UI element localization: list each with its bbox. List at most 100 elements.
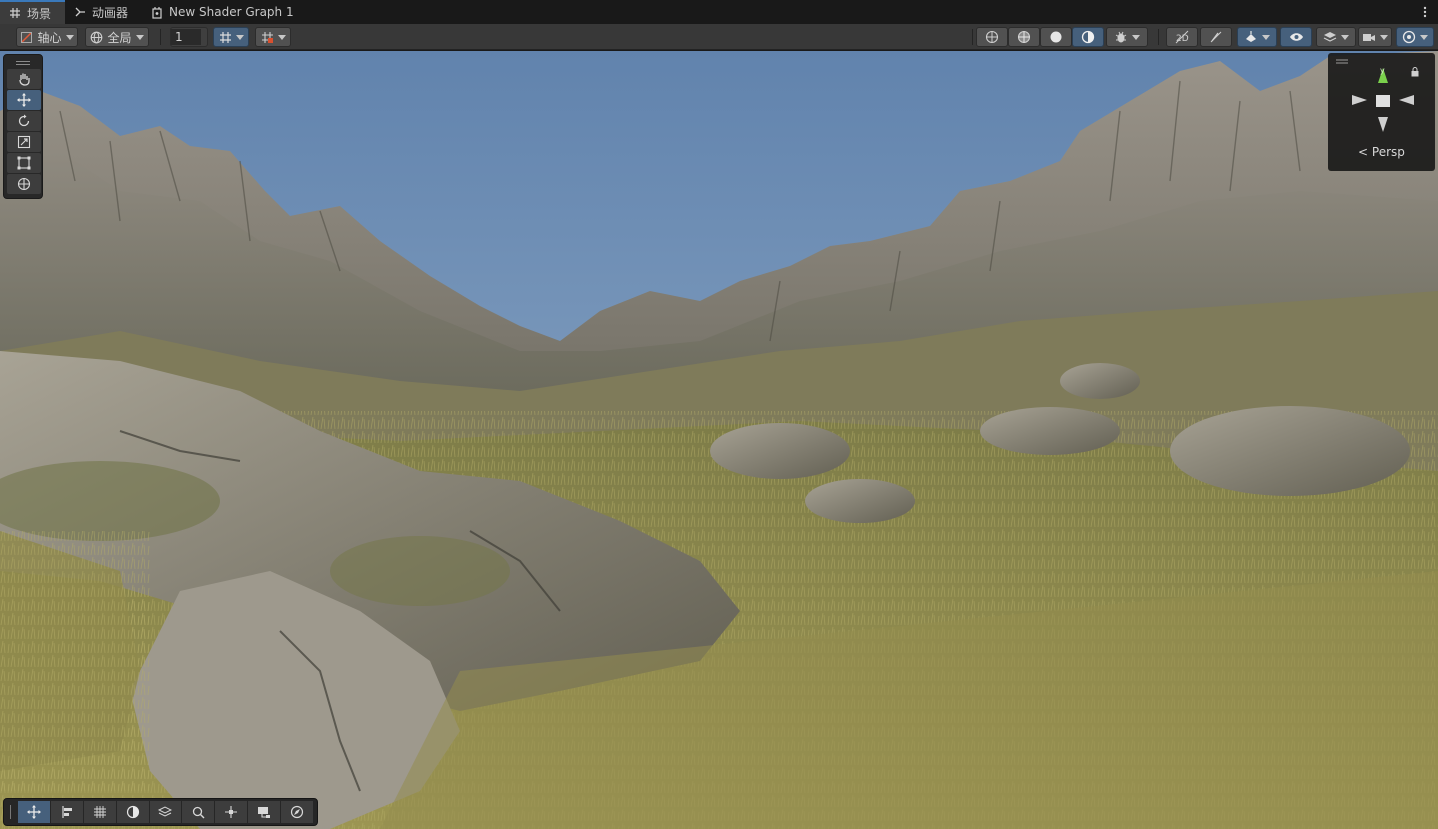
chevron-down-icon: [235, 34, 244, 40]
transform-icon: [17, 177, 31, 191]
shaded-wireframe-button[interactable]: [1008, 27, 1040, 47]
toolbar-divider: [1158, 29, 1159, 45]
debug-draw-mode-dropdown[interactable]: [1106, 27, 1148, 47]
chevron-down-icon: [1380, 34, 1388, 40]
overlay-grid-button[interactable]: [83, 801, 116, 823]
overlay-align-button[interactable]: [50, 801, 83, 823]
chevron-down-icon: [1341, 34, 1349, 40]
camera-preview-icon: [258, 806, 271, 818]
svg-text:2D: 2D: [1176, 34, 1189, 44]
grid-snap-icon: [219, 31, 231, 43]
compass-icon: [290, 805, 304, 819]
move-arrows-icon: [17, 93, 31, 107]
snap-magnet-icon: [261, 31, 273, 43]
gizmos-dropdown[interactable]: [1396, 27, 1434, 47]
rect-tool-button[interactable]: [7, 153, 41, 173]
grid-snap-button[interactable]: [213, 27, 249, 47]
search-icon: [192, 806, 205, 818]
lighting-toggle-button[interactable]: [1200, 27, 1232, 47]
gizmo-menu-icon[interactable]: [1336, 59, 1348, 65]
overlay-search-button[interactable]: [182, 801, 215, 823]
shaded-wireframe-icon: [1017, 30, 1031, 44]
chevron-down-icon: [65, 34, 74, 40]
rotate-tool-button[interactable]: [7, 111, 41, 131]
scene-toolbar: 轴心 全局 2D: [0, 24, 1438, 50]
shaded-button[interactable]: [1040, 27, 1072, 47]
overlay-camera-button[interactable]: [248, 801, 281, 823]
projection-toggle[interactable]: < Persp: [1358, 145, 1405, 159]
bug-icon: [1115, 31, 1127, 43]
chevron-down-icon: [1262, 34, 1270, 40]
tab-animator[interactable]: 动画器: [65, 0, 142, 24]
lit-sphere-icon: [126, 805, 139, 819]
snap-increment-input[interactable]: [171, 29, 201, 45]
palette-drag-handle[interactable]: [7, 58, 39, 68]
scene-viewport[interactable]: [0, 51, 1438, 829]
2d-toggle-button[interactable]: 2D: [1166, 27, 1198, 47]
chevron-down-icon: [135, 34, 144, 40]
move-arrows-icon: [26, 805, 41, 819]
overlay-move-button[interactable]: [17, 801, 50, 823]
hand-icon: [19, 73, 30, 86]
align-icon: [62, 806, 72, 818]
shader-graph-icon: [150, 5, 164, 19]
terrain-scene-image: [0, 51, 1438, 829]
overlay-layers-button[interactable]: [149, 801, 182, 823]
tab-scene-label: 场景: [27, 6, 52, 21]
back-chevron-icon: <: [1358, 145, 1369, 159]
camera-icon: [1363, 33, 1375, 41]
chevron-down-icon: [1420, 34, 1428, 40]
effects-icon: [1246, 31, 1256, 42]
projection-label: Persp: [1371, 145, 1405, 159]
pivot-dropdown[interactable]: 轴心: [16, 27, 78, 47]
toolbar-divider: [972, 29, 973, 45]
increment-snap-button[interactable]: [255, 27, 291, 47]
y-axis-label: y: [1380, 66, 1385, 75]
orientation-gizmo[interactable]: y < Persp: [1328, 53, 1435, 171]
move-tool-button[interactable]: [7, 90, 41, 110]
overlay-shading-button[interactable]: [116, 801, 149, 823]
tab-shader-graph-label: New Shader Graph 1: [169, 5, 294, 19]
light-off-icon: [1210, 31, 1222, 43]
lit-shading-button[interactable]: [1072, 27, 1104, 47]
grid-icon: [8, 6, 22, 20]
global-label: 全局: [107, 30, 132, 45]
tab-animator-label: 动画器: [92, 5, 129, 20]
globe-icon: [91, 31, 103, 43]
global-dropdown[interactable]: 全局: [85, 27, 149, 47]
overlay-drag-handle[interactable]: [8, 801, 14, 823]
scale-icon: [17, 135, 31, 149]
transform-tool-button[interactable]: [7, 174, 41, 194]
snap-increment-field[interactable]: [170, 27, 208, 47]
window-tab-bar: 场景 动画器 New Shader Graph 1: [0, 0, 1438, 24]
axis-gizmo-icon[interactable]: y: [1348, 65, 1418, 135]
animator-icon: [73, 5, 87, 19]
scene-visibility-button[interactable]: [1280, 27, 1312, 47]
overlay-compass-button[interactable]: [281, 801, 313, 823]
toolbar-divider: [160, 29, 161, 45]
2d-view-icon: 2D: [1175, 30, 1189, 44]
layers-icon: [158, 806, 173, 817]
rect-transform-icon: [17, 156, 31, 170]
more-options-icon[interactable]: [1418, 3, 1432, 21]
tab-scene[interactable]: 场景: [0, 0, 66, 24]
wireframe-shading-button[interactable]: [976, 27, 1008, 47]
overlay-pivot-button[interactable]: [215, 801, 248, 823]
rotate-icon: [18, 114, 30, 127]
wireframe-sphere-icon: [985, 30, 999, 44]
scale-tool-button[interactable]: [7, 132, 41, 152]
bottom-overlay-toolbar: [3, 798, 318, 826]
scene-effects-dropdown[interactable]: [1237, 27, 1277, 47]
tab-shader-graph[interactable]: New Shader Graph 1: [142, 0, 308, 24]
camera-settings-dropdown[interactable]: [1358, 27, 1392, 47]
shaded-sphere-icon: [1050, 31, 1062, 43]
eye-icon: [1289, 33, 1303, 41]
chevron-down-icon: [1132, 34, 1140, 40]
lit-sphere-icon: [1081, 30, 1095, 44]
layers-icon: [1323, 32, 1337, 42]
layers-dropdown[interactable]: [1316, 27, 1356, 47]
crosshair-arrows-icon: [225, 806, 238, 818]
gizmo-globe-icon: [1402, 30, 1416, 44]
hand-tool-button[interactable]: [7, 69, 41, 89]
pivot-icon: [21, 31, 33, 43]
